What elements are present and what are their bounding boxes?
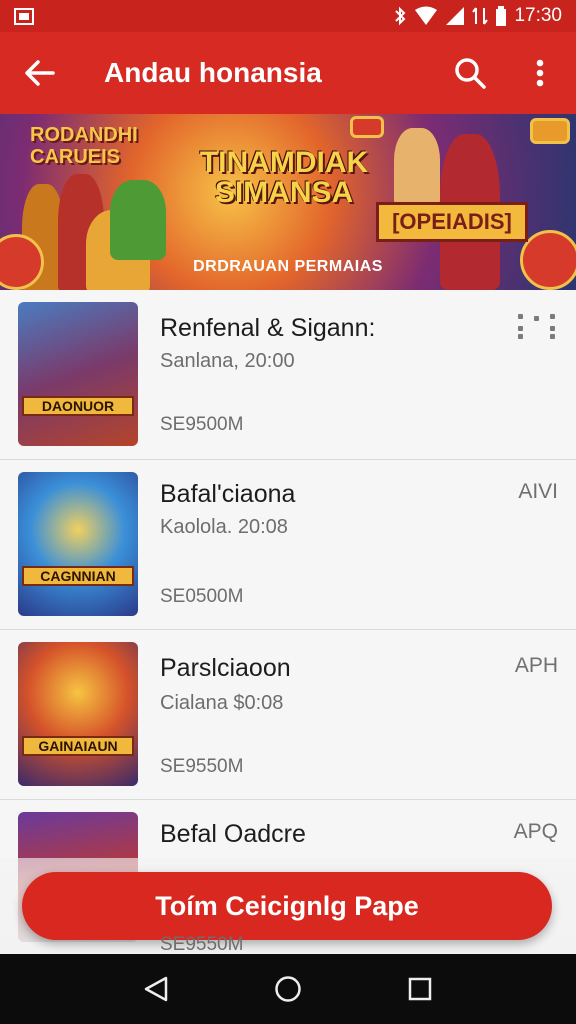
more-options-button[interactable]: [520, 32, 560, 114]
game-thumbnail: CAGNNIAN: [18, 472, 138, 616]
item-tag: APH: [514, 654, 558, 677]
item-title: Parslciaoon: [160, 654, 291, 682]
drag-handle-icon[interactable]: [518, 314, 556, 340]
recents-square-icon: [408, 977, 432, 1001]
search-icon: [455, 58, 486, 89]
notification-icon: [14, 7, 34, 25]
bluetooth-icon: [395, 6, 406, 26]
coin-decoration: [530, 118, 570, 144]
game-thumbnail: GAINAIAUN: [18, 642, 138, 786]
nav-home-button[interactable]: [268, 969, 308, 1009]
back-triangle-icon: [144, 976, 168, 1002]
hero-figure: [110, 180, 166, 260]
status-time: 17:30: [514, 5, 562, 26]
thumbnail-caption: GAINAIAUN: [22, 736, 134, 756]
thumbnail-caption: DAONUOR: [22, 396, 134, 416]
game-thumbnail: DAONUOR: [18, 302, 138, 446]
cta-button[interactable]: Toím Ceicignlg Pape: [22, 872, 552, 940]
item-size: SE9550M: [160, 756, 244, 777]
item-title: Befal Oadcre: [160, 820, 306, 848]
item-title: Renfenal & Sigann:: [160, 314, 376, 342]
signal-icon: [446, 7, 465, 25]
data-icon: [472, 7, 489, 25]
banner-subtitle: DRDRAUAN PERMAIAS: [193, 258, 383, 275]
page-title: Andau honansia: [104, 57, 322, 88]
arrow-back-icon: [25, 60, 55, 86]
search-button[interactable]: [444, 32, 496, 114]
banner-right-text: [OPEIADIS]: [376, 202, 528, 242]
list-item[interactable]: DAONUOR Renfenal & Sigann: Sanlana, 20:0…: [0, 290, 576, 460]
nav-recents-button[interactable]: [400, 969, 440, 1009]
item-subtitle: Kaolola. 20:08: [160, 516, 288, 538]
banner-title-line2: SIMANSA: [214, 176, 354, 209]
coin-decoration: [520, 230, 576, 290]
item-size: SE9500M: [160, 414, 244, 435]
promo-banner[interactable]: RODANDHI CARUEIS TINAMDIAK SIMANSA [OPEI…: [0, 114, 576, 290]
hero-figure: [394, 128, 440, 208]
item-size: SE0500M: [160, 586, 244, 607]
banner-left-text: RODANDHI CARUEIS: [30, 124, 138, 168]
nav-back-button[interactable]: [136, 969, 176, 1009]
banner-title: TINAMDIAK SIMANSA: [198, 148, 370, 208]
item-size: SE9550M: [160, 934, 244, 955]
back-button[interactable]: [0, 32, 80, 114]
item-tag: AIVI: [518, 480, 558, 503]
coin-decoration: [350, 116, 384, 138]
banner-title-line1: TINAMDIAK: [199, 146, 369, 179]
battery-icon: [496, 6, 507, 26]
item-tag: APQ: [513, 820, 558, 843]
system-nav-bar: [0, 954, 576, 1024]
app-bar: Andau honansia: [0, 32, 576, 114]
more-vert-icon: [536, 59, 544, 87]
thumbnail-caption: CAGNNIAN: [22, 566, 134, 586]
wifi-icon: [415, 6, 438, 25]
status-bar: 17:30: [0, 0, 576, 32]
list-item[interactable]: CAGNNIAN Bafal'ciaona Kaolola. 20:08 SE0…: [0, 460, 576, 630]
item-title: Bafal'ciaona: [160, 480, 296, 508]
list-item[interactable]: GAINAIAUN Parslciaoon Cialana $0:08 SE95…: [0, 630, 576, 800]
item-subtitle: Cialana $0:08: [160, 692, 284, 714]
home-circle-icon: [275, 976, 301, 1002]
item-subtitle: Sanlana, 20:00: [160, 350, 295, 372]
